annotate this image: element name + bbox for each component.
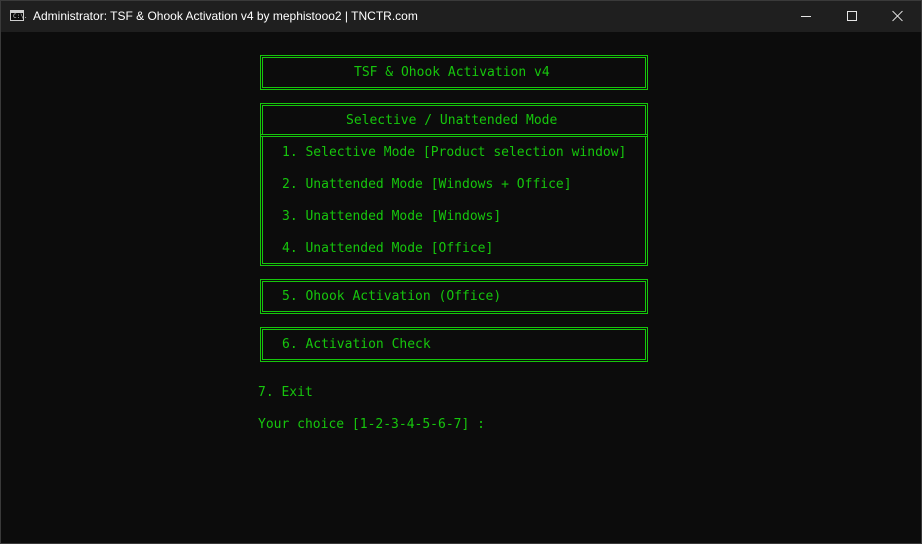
maximize-icon (847, 11, 857, 21)
menu-header: TSF & Ohook Activation v4 (354, 65, 550, 80)
console-output[interactable]: TSF & Ohook Activation v4 Selective / Un… (1, 32, 921, 543)
option-unattended-office: 4. Unattended Mode [Office] (282, 241, 494, 256)
option-exit: 7. Exit (258, 385, 313, 400)
selective-heading: Selective / Unattended Mode (346, 113, 558, 128)
maximize-button[interactable] (829, 1, 875, 32)
option-unattended-windows-office: 2. Unattended Mode [Windows + Office] (282, 177, 572, 192)
option-selective-mode: 1. Selective Mode [Product selection win… (282, 145, 627, 160)
title-bar[interactable]: C:\. Administrator: TSF & Ohook Activati… (1, 1, 921, 32)
console-app-icon[interactable]: C:\. (10, 10, 28, 21)
console-window: C:\. Administrator: TSF & Ohook Activati… (0, 0, 922, 544)
console-app-icon-label: C:\. (13, 13, 28, 20)
option-activation-check: 6. Activation Check (282, 337, 431, 352)
option-ohook-activation: 5. Ohook Activation (Office) (282, 289, 502, 304)
close-icon (892, 10, 904, 22)
choice-prompt[interactable]: Your choice [1-2-3-4-5-6-7] : (258, 417, 485, 433)
minimize-icon (801, 16, 811, 17)
option-unattended-windows: 3. Unattended Mode [Windows] (282, 209, 502, 224)
window-title: Administrator: TSF & Ohook Activation v4… (33, 9, 418, 23)
minimize-button[interactable] (783, 1, 829, 32)
close-button[interactable] (875, 1, 921, 32)
